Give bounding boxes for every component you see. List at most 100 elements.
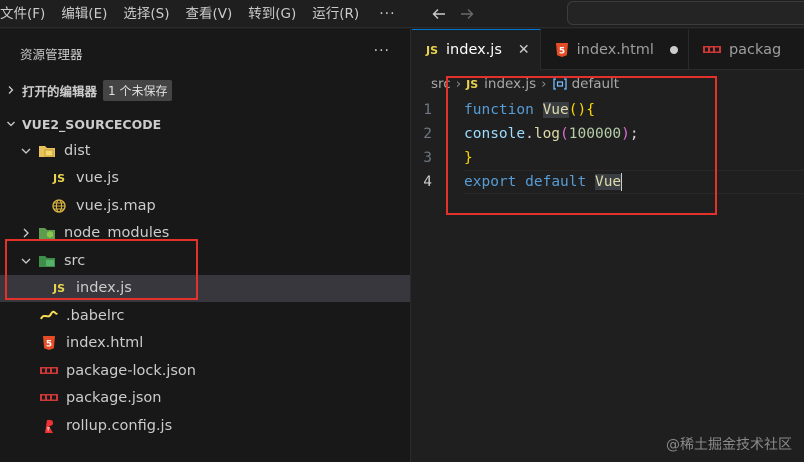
menu-view[interactable]: 查看(V) [178,0,241,28]
chevron-right-icon [18,227,34,239]
svg-text:5: 5 [46,340,52,350]
tree-item-src[interactable]: src [0,247,410,275]
close-icon[interactable]: ✕ [518,42,530,58]
menu-run[interactable]: 运行(R) [304,0,367,28]
paren-token: ) [621,126,630,142]
dot-token: . [525,126,534,142]
menu-selection[interactable]: 选择(S) [115,0,177,28]
tab-label: index.html [576,41,654,58]
chevron-right-icon: › [541,76,547,92]
npm-icon [40,363,58,379]
function-name-token: Vue [542,102,569,118]
brace-token: { [586,102,595,118]
code-editor[interactable]: 1 function Vue(){ 2 console. log(100000);… [412,98,804,194]
code-line[interactable]: 2 console. log(100000); [412,122,804,146]
tree-item-babelrc[interactable]: .babelrc [0,302,410,330]
breadcrumb: src › JS index.js › default [412,70,804,98]
js-file-icon: JS [426,43,439,57]
tree-item-label: src [64,252,86,269]
html5-icon: 5 [40,335,58,351]
tree-item-label: node_modules [64,225,170,242]
keyword-token: function [464,102,534,118]
tab-index-js[interactable]: JS index.js ✕ [412,29,541,70]
keyword-token: export [464,174,517,190]
chevron-down-icon [2,119,20,129]
code-line[interactable]: 3 } [412,146,804,170]
tree-item-node-modules[interactable]: node_modules [0,220,410,248]
forward-arrow-icon[interactable] [456,3,478,25]
breadcrumb-symbol[interactable]: default [572,76,620,92]
tree-item-package-lock-json[interactable]: package-lock.json [0,357,410,385]
menu-file[interactable]: 文件(F) [0,0,53,28]
command-center-search[interactable] [567,1,804,25]
semicolon-token: ; [629,126,639,142]
js-file-icon: JS [52,281,65,295]
tab-label: index.js [446,42,502,58]
function-name-token: Vue [594,174,622,190]
tab-package-json[interactable]: packag [689,29,791,70]
globe-map-icon [50,198,68,214]
tree-item-rollup-config-js[interactable]: rollup.config.js [0,412,410,440]
editor-area: JS index.js ✕ 5 index.html packag src › … [412,29,804,462]
menu-bar: 文件(F) 编辑(E) 选择(S) 查看(V) 转到(G) 运行(R) ··· [0,0,804,28]
explorer-title: 资源管理器 [20,46,83,62]
watermark: @稀土掘金技术社区 [666,437,792,453]
text-cursor [621,173,623,191]
menu-more-button[interactable]: ··· [367,0,407,28]
tree-item-label: index.js [76,280,132,297]
line-number: 1 [423,102,432,118]
paren-token: () [568,102,587,118]
open-editors-section[interactable]: 打开的编辑器 1 个未保存 [0,77,410,103]
breadcrumb-folder[interactable]: src [431,76,451,92]
tree-item-label: package-lock.json [66,362,196,379]
tree-item-label: package.json [66,390,162,407]
npm-icon [702,45,721,54]
workspace-root-label: VUE2_SOURCECODE [22,116,162,132]
rollup-icon [40,418,58,434]
js-file-icon: JS [52,171,65,185]
tree-item-dist[interactable]: dist [0,137,410,165]
tree-item-index-js[interactable]: JS index.js [0,274,410,302]
line-number: 2 [423,126,432,142]
babel-icon [40,308,58,324]
tree-item-vue-js[interactable]: JS vue.js [0,165,410,193]
brace-token: } [464,150,473,166]
workspace-root-section[interactable]: VUE2_SOURCECODE [0,111,410,137]
svg-text:5: 5 [558,46,564,56]
tree-item-package-json[interactable]: package.json [0,385,410,413]
symbol-variable-icon [552,77,568,91]
folder-src-icon [38,253,56,269]
modified-dot-icon[interactable] [669,45,678,54]
folder-node-icon [38,225,56,241]
explorer-more-button[interactable]: ··· [374,43,390,59]
js-file-icon: JS [466,77,479,91]
explorer-sidebar: 资源管理器 ··· 打开的编辑器 1 个未保存 VUE2_SOURCECODE … [0,29,411,462]
editor-tabs: JS index.js ✕ 5 index.html packag [412,29,804,70]
open-editors-label: 打开的编辑器 [22,83,98,99]
tree-item-label: dist [64,142,91,159]
method-token: log [533,126,561,142]
tree-item-label: .babelrc [66,307,125,324]
unsaved-badge: 1 个未保存 [103,79,173,101]
tree-item-label: vue.js.map [76,197,156,214]
identifier-token: console [464,126,526,142]
tree-item-label: rollup.config.js [66,417,173,434]
tree-item-label: vue.js [76,170,119,187]
chevron-down-icon [18,145,34,157]
tree-item-vue-js-map[interactable]: vue.js.map [0,192,410,220]
menu-go[interactable]: 转到(G) [240,0,304,28]
folder-dist-icon [38,143,56,159]
line-number: 3 [423,150,432,166]
tree-item-index-html[interactable]: 5 index.html [0,330,410,358]
back-arrow-icon[interactable] [428,3,450,25]
npm-icon [40,390,58,406]
tab-label: packag [728,41,782,58]
menu-edit[interactable]: 编辑(E) [53,0,115,28]
code-line[interactable]: 1 function Vue(){ [412,98,804,122]
explorer-header: 资源管理器 ··· [0,29,410,77]
breadcrumb-file[interactable]: index.js [484,76,536,92]
chevron-down-icon [18,255,34,267]
code-line-current[interactable]: 4 export default Vue [412,170,804,194]
line-number: 4 [423,174,432,190]
tab-index-html[interactable]: 5 index.html [541,29,689,70]
